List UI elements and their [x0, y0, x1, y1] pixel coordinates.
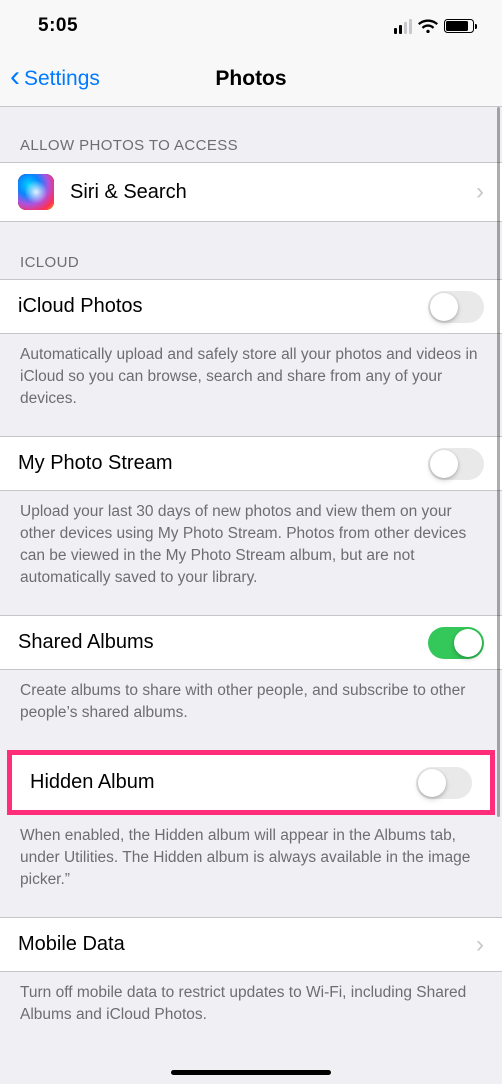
- mobile-data-label: Mobile Data: [18, 933, 476, 956]
- hidden-album-row[interactable]: Hidden Album: [12, 755, 490, 810]
- back-label: Settings: [24, 67, 100, 91]
- status-time: 5:05: [38, 15, 78, 37]
- hidden-album-label: Hidden Album: [30, 771, 416, 794]
- wifi-icon: [418, 19, 438, 33]
- nav-bar: ‹ Settings Photos: [0, 52, 502, 107]
- shared-albums-footer: Create albums to share with other people…: [0, 670, 502, 750]
- siri-label: Siri & Search: [70, 181, 476, 204]
- icloud-photos-label: iCloud Photos: [18, 295, 428, 318]
- mobile-data-row[interactable]: Mobile Data ›: [0, 917, 502, 972]
- chevron-right-icon: ›: [476, 931, 484, 959]
- cellular-icon: [394, 19, 413, 34]
- mobile-data-footer: Turn off mobile data to restrict updates…: [0, 972, 502, 1052]
- photo-stream-label: My Photo Stream: [18, 452, 428, 475]
- photo-stream-footer: Upload your last 30 days of new photos a…: [0, 491, 502, 615]
- section-header-access: ALLOW PHOTOS TO ACCESS: [0, 107, 502, 162]
- icloud-photos-row[interactable]: iCloud Photos: [0, 279, 502, 334]
- status-bar: 5:05: [0, 0, 502, 52]
- hidden-album-toggle[interactable]: [416, 767, 472, 799]
- shared-albums-label: Shared Albums: [18, 631, 428, 654]
- highlight-box: Hidden Album: [7, 750, 495, 815]
- content-scroll[interactable]: ALLOW PHOTOS TO ACCESS Siri & Search › I…: [0, 107, 502, 1084]
- siri-search-row[interactable]: Siri & Search ›: [0, 162, 502, 222]
- photo-stream-toggle[interactable]: [428, 448, 484, 480]
- hidden-album-footer: When enabled, the Hidden album will appe…: [0, 815, 502, 917]
- icloud-photos-footer: Automatically upload and safely store al…: [0, 334, 502, 436]
- section-header-icloud: ICLOUD: [0, 222, 502, 279]
- status-icons: [394, 19, 475, 34]
- photo-stream-row[interactable]: My Photo Stream: [0, 436, 502, 491]
- scrollbar[interactable]: [497, 107, 500, 817]
- shared-albums-toggle[interactable]: [428, 627, 484, 659]
- chevron-left-icon: ‹: [10, 62, 20, 92]
- back-button[interactable]: ‹ Settings: [0, 64, 100, 94]
- chevron-right-icon: ›: [476, 178, 484, 206]
- shared-albums-row[interactable]: Shared Albums: [0, 615, 502, 670]
- siri-icon: [18, 174, 54, 210]
- icloud-photos-toggle[interactable]: [428, 291, 484, 323]
- home-indicator[interactable]: [171, 1070, 331, 1075]
- battery-icon: [444, 19, 474, 33]
